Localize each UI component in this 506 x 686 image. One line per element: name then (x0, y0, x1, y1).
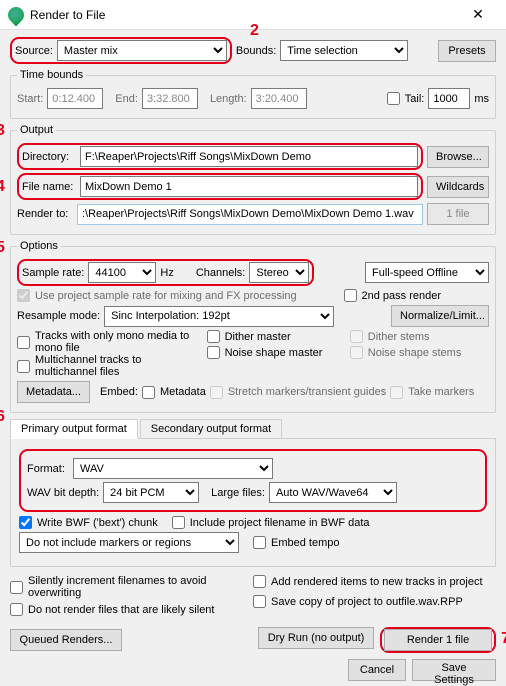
noisestems-label: Noise shape stems (368, 347, 462, 359)
channels-label: Channels: (196, 267, 246, 279)
source-select[interactable]: Master mix (57, 40, 227, 61)
embedtempo-checkbox[interactable] (253, 536, 266, 549)
bounds-select[interactable]: Time selection (280, 40, 408, 61)
filename-input[interactable] (80, 176, 418, 197)
noisemaster-label: Noise shape master (225, 347, 323, 359)
inclproj-label: Include project filename in BWF data (190, 517, 370, 529)
writebwf-label: Write BWF ('bext') chunk (37, 517, 158, 529)
window-title: Render to File (30, 8, 458, 22)
savecopy-checkbox[interactable] (253, 595, 266, 608)
hz-label: Hz (160, 267, 173, 279)
noisestems-checkbox (350, 346, 363, 359)
embed-stretch-checkbox (210, 386, 223, 399)
wildcards-button[interactable]: Wildcards (427, 176, 489, 198)
addtracks-label: Add rendered items to new tracks in proj… (271, 576, 483, 588)
markers-select[interactable]: Do not include markers or regions (19, 532, 239, 553)
monotracks-label: Tracks with only mono media to mono file (35, 330, 203, 354)
length-label: Length: (210, 93, 247, 105)
ditherstems-label: Dither stems (368, 331, 430, 343)
directory-label: Directory: (22, 151, 76, 163)
resample-select[interactable]: Sinc Interpolation: 192pt (104, 306, 334, 327)
annotation-5: 5 (0, 239, 5, 257)
length-input (251, 88, 307, 109)
onefile-button: 1 file (427, 203, 489, 225)
cancel-button[interactable]: Cancel (348, 659, 406, 681)
embed-metadata-checkbox[interactable] (142, 386, 155, 399)
format-select[interactable]: WAV (73, 458, 273, 479)
samplerate-label: Sample rate: (22, 267, 84, 279)
tab-secondary[interactable]: Secondary output format (140, 419, 282, 438)
source-label: Source: (15, 45, 53, 57)
writebwf-checkbox[interactable] (19, 516, 32, 529)
addtracks-checkbox[interactable] (253, 575, 266, 588)
directory-input[interactable] (80, 146, 418, 167)
multichan-checkbox[interactable] (17, 360, 30, 373)
annotation-4: 4 (0, 178, 5, 196)
dithermaster-checkbox[interactable] (207, 330, 220, 343)
queued-button[interactable]: Queued Renders... (10, 629, 122, 651)
savesettings-button[interactable]: Save Settings (412, 659, 496, 681)
tail-label: Tail: (405, 93, 425, 105)
browse-button[interactable]: Browse... (427, 146, 489, 168)
dryrun-button[interactable]: Dry Run (no output) (258, 627, 374, 649)
embed-label: Embed: (100, 386, 138, 398)
use-proj-sr-checkbox (17, 289, 30, 302)
format-label: Format: (27, 463, 69, 475)
filename-label: File name: (22, 181, 76, 193)
speed-select[interactable]: Full-speed Offline (365, 262, 489, 283)
metadata-button[interactable]: Metadata... (17, 381, 90, 403)
resample-label: Resample mode: (17, 310, 100, 322)
render-button[interactable]: Render 1 file (384, 629, 492, 651)
embed-take-label: Take markers (408, 386, 474, 398)
nosilent-checkbox[interactable] (10, 603, 23, 616)
normalize-button[interactable]: Normalize/Limit... (391, 305, 489, 327)
silentincr-checkbox[interactable] (10, 581, 23, 594)
savecopy-label: Save copy of project to outfile.wav.RPP (271, 596, 463, 608)
presets-button[interactable]: Presets (438, 40, 496, 62)
annotation-3: 3 (0, 122, 5, 140)
monotracks-checkbox[interactable] (17, 336, 30, 349)
largefiles-select[interactable]: Auto WAV/Wave64 (269, 482, 397, 503)
bitdepth-select[interactable]: 24 bit PCM (103, 482, 199, 503)
embed-metadata-label: Metadata (160, 386, 206, 398)
bounds-label: Bounds: (236, 45, 276, 57)
ditherstems-checkbox (350, 330, 363, 343)
samplerate-select[interactable]: 44100 (88, 262, 156, 283)
largefiles-label: Large files: (211, 487, 265, 499)
inclproj-checkbox[interactable] (172, 516, 185, 529)
close-icon[interactable]: ✕ (458, 0, 498, 30)
annotation-6: 6 (0, 408, 5, 426)
tab-primary[interactable]: Primary output format (10, 419, 138, 439)
annotation-2: 2 (250, 22, 259, 40)
embed-take-checkbox (390, 386, 403, 399)
output-legend: Output (17, 124, 56, 136)
bitdepth-label: WAV bit depth: (27, 487, 99, 499)
secondpass-label: 2nd pass render (362, 290, 442, 302)
renderto-field: :\Reaper\Projects\Riff Songs\MixDown Dem… (77, 204, 423, 225)
tail-unit: ms (474, 93, 489, 105)
timebounds-legend: Time bounds (17, 69, 86, 81)
nosilent-label: Do not render files that are likely sile… (28, 604, 214, 616)
embedtempo-label: Embed tempo (271, 537, 339, 549)
tail-checkbox[interactable] (387, 92, 400, 105)
use-proj-sr-label: Use project sample rate for mixing and F… (35, 290, 297, 302)
renderto-label: Render to: (17, 208, 73, 220)
annotation-7: 7 (501, 630, 506, 648)
end-input (142, 88, 198, 109)
end-label: End: (115, 93, 138, 105)
app-icon (5, 3, 28, 26)
start-input (47, 88, 103, 109)
channels-select[interactable]: Stereo (249, 262, 309, 283)
silentincr-label: Silently increment filenames to avoid ov… (28, 575, 253, 599)
noisemaster-checkbox[interactable] (207, 346, 220, 359)
dithermaster-label: Dither master (225, 331, 291, 343)
multichan-label: Multichannel tracks to multichannel file… (35, 354, 203, 378)
tail-input[interactable] (428, 88, 470, 109)
secondpass-checkbox[interactable] (344, 289, 357, 302)
start-label: Start: (17, 93, 43, 105)
options-legend: Options (17, 240, 61, 252)
embed-stretch-label: Stretch markers/transient guides (228, 386, 386, 398)
